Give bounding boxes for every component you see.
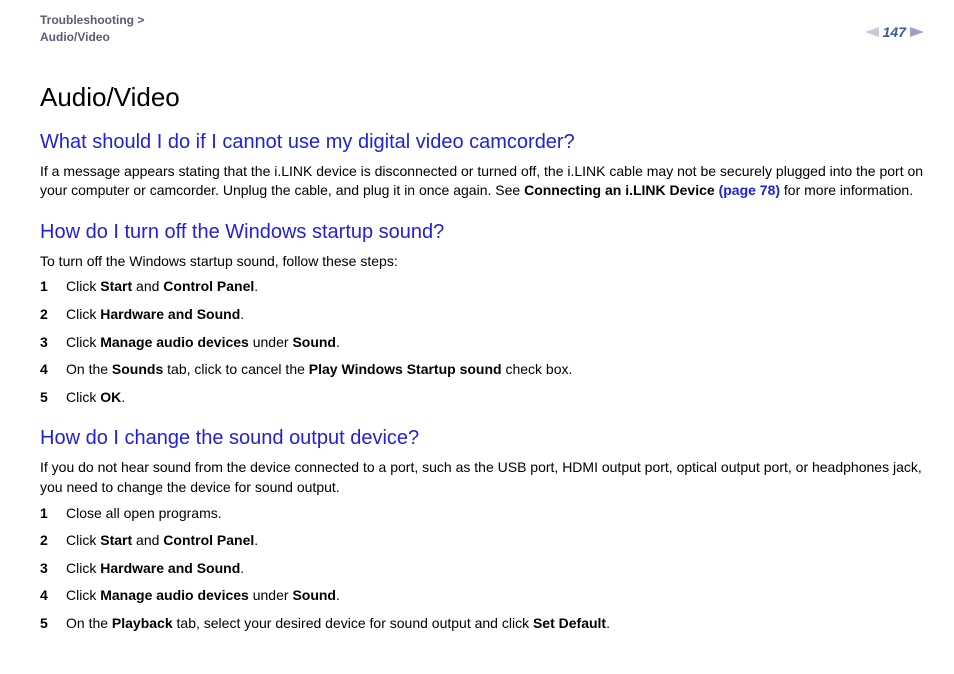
section: How do I turn off the Windows startup so…	[40, 221, 924, 408]
step-list: 1Close all open programs.2Click Start an…	[40, 504, 924, 634]
breadcrumb-current: Audio/Video	[40, 29, 144, 46]
section: How do I change the sound output device?…	[40, 427, 924, 633]
step-number: 4	[40, 586, 66, 606]
step-item: 1Close all open programs.	[40, 504, 924, 524]
step-number: 3	[40, 333, 66, 353]
page-navigation: 147	[865, 24, 924, 40]
step-item: 1Click Start and Control Panel.	[40, 277, 924, 297]
section-intro: If you do not hear sound from the device…	[40, 458, 924, 497]
section-title: What should I do if I cannot use my digi…	[40, 131, 924, 154]
page-title: Audio/Video	[40, 82, 924, 113]
step-text: Click Manage audio devices under Sound.	[66, 586, 924, 606]
step-text: On the Sounds tab, click to cancel the P…	[66, 360, 924, 380]
step-number: 5	[40, 388, 66, 408]
page-reference-link[interactable]: (page 78)	[719, 182, 780, 198]
section-title: How do I turn off the Windows startup so…	[40, 221, 924, 244]
step-text: Click Hardware and Sound.	[66, 559, 924, 579]
step-number: 5	[40, 614, 66, 634]
step-number: 2	[40, 531, 66, 551]
step-item: 2Click Hardware and Sound.	[40, 305, 924, 325]
step-text: Click Start and Control Panel.	[66, 531, 924, 551]
step-number: 1	[40, 277, 66, 297]
step-item: 2Click Start and Control Panel.	[40, 531, 924, 551]
step-text: Close all open programs.	[66, 504, 924, 524]
section: What should I do if I cannot use my digi…	[40, 131, 924, 201]
page-header: Troubleshooting > Audio/Video 147	[40, 12, 924, 46]
step-number: 4	[40, 360, 66, 380]
breadcrumb: Troubleshooting > Audio/Video	[40, 12, 144, 46]
page-number: 147	[883, 24, 906, 40]
next-page-arrow-icon[interactable]	[910, 27, 924, 37]
breadcrumb-parent: Troubleshooting >	[40, 12, 144, 29]
step-number: 3	[40, 559, 66, 579]
step-list: 1Click Start and Control Panel.2Click Ha…	[40, 277, 924, 407]
step-text: Click Start and Control Panel.	[66, 277, 924, 297]
step-item: 3Click Manage audio devices under Sound.	[40, 333, 924, 353]
section-title: How do I change the sound output device?	[40, 427, 924, 450]
step-item: 5Click OK.	[40, 388, 924, 408]
step-text: Click Manage audio devices under Sound.	[66, 333, 924, 353]
step-number: 1	[40, 504, 66, 524]
section-intro: To turn off the Windows startup sound, f…	[40, 252, 924, 272]
section-body: If a message appears stating that the i.…	[40, 162, 924, 201]
step-number: 2	[40, 305, 66, 325]
step-text: Click Hardware and Sound.	[66, 305, 924, 325]
step-item: 3Click Hardware and Sound.	[40, 559, 924, 579]
step-text: On the Playback tab, select your desired…	[66, 614, 924, 634]
step-item: 4Click Manage audio devices under Sound.	[40, 586, 924, 606]
prev-page-arrow-icon[interactable]	[865, 27, 879, 37]
step-text: Click OK.	[66, 388, 924, 408]
step-item: 4On the Sounds tab, click to cancel the …	[40, 360, 924, 380]
step-item: 5On the Playback tab, select your desire…	[40, 614, 924, 634]
